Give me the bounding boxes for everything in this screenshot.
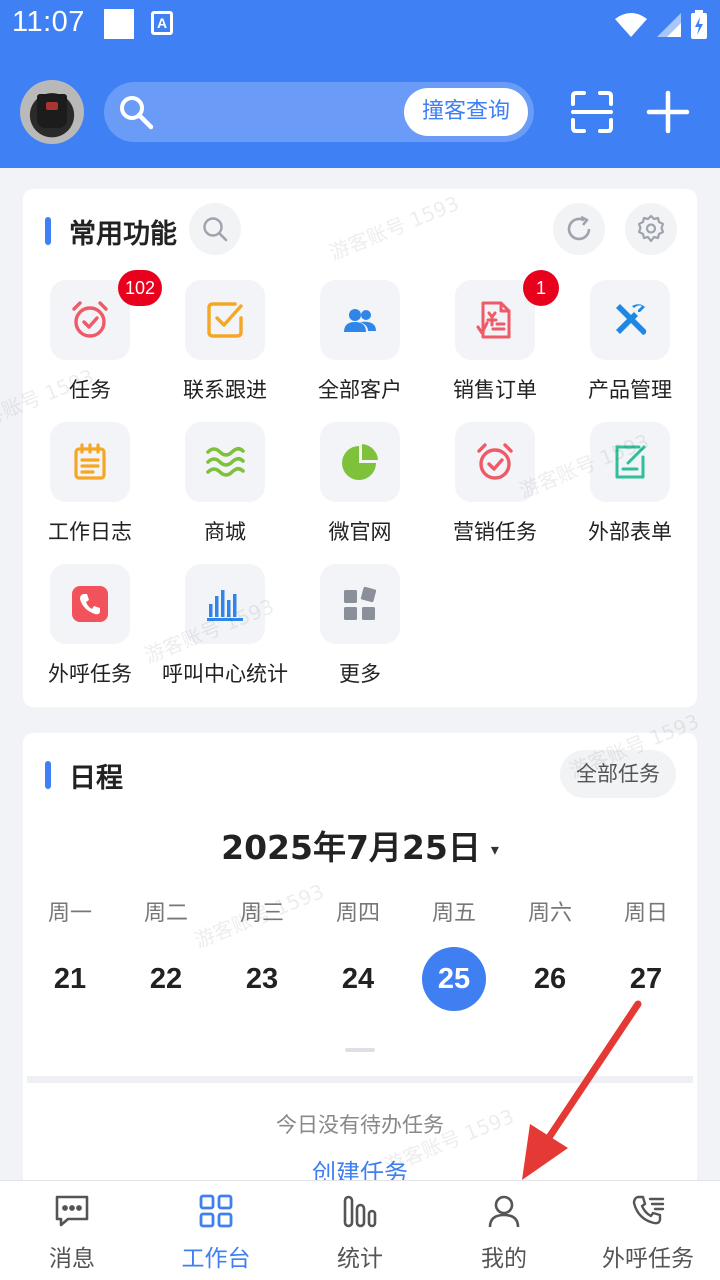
title-accent-bar	[45, 761, 51, 789]
profile-icon	[488, 1195, 520, 1228]
search-icon	[120, 96, 154, 130]
order-icon	[476, 301, 511, 339]
function-item[interactable]: 102 任务	[23, 270, 163, 410]
selected-day: 25	[422, 947, 486, 1011]
annotation-arrow-icon	[522, 1000, 642, 1180]
tab-outbound-tasks[interactable]: 外呼任务	[576, 1181, 720, 1280]
function-tile[interactable]	[50, 422, 130, 502]
wifi-icon	[615, 13, 647, 37]
function-tile[interactable]	[590, 280, 670, 360]
common-functions-title: 常用功能	[45, 214, 177, 250]
message-icon	[55, 1195, 89, 1227]
alarm-clock-icon	[72, 301, 108, 338]
function-tile[interactable]	[320, 564, 400, 644]
function-tile[interactable]	[320, 422, 400, 502]
function-item[interactable]: 全部客户	[293, 280, 427, 410]
plus-icon[interactable]	[646, 90, 690, 134]
status-bar: 11:07 A	[0, 0, 720, 52]
date-picker[interactable]: 2025年7月25日 ▾	[23, 821, 697, 869]
function-tile[interactable]	[185, 422, 265, 502]
gear-icon	[637, 214, 665, 243]
weekday[interactable]: 周四 24	[323, 895, 393, 1011]
title-accent-bar	[45, 217, 51, 245]
badge-count: 102	[118, 270, 163, 306]
common-functions-card: 常用功能 102 任务 联系跟进 全部客户 1 销售订单 产品管理 工作日志 商…	[23, 189, 697, 707]
function-tile[interactable]	[320, 280, 400, 360]
function-item[interactable]: 营销任务	[428, 422, 562, 552]
all-tasks-button[interactable]: 全部任务	[560, 750, 676, 798]
users-icon	[344, 309, 376, 332]
function-item[interactable]: 外呼任务	[23, 564, 157, 694]
search-bar[interactable]: 撞客查询	[104, 82, 534, 142]
search-icon	[203, 217, 228, 242]
function-tile[interactable]	[50, 564, 130, 644]
function-tile[interactable]: 1	[455, 270, 559, 360]
waves-icon	[206, 446, 245, 477]
weekday[interactable]: 周三 23	[227, 895, 297, 1011]
weekday[interactable]: 周日 27	[611, 895, 681, 1011]
function-search-button[interactable]	[189, 203, 241, 255]
refresh-button[interactable]	[553, 203, 605, 255]
schedule-title: 日程	[45, 758, 123, 794]
function-tile[interactable]: 102	[50, 270, 163, 360]
battery-icon	[691, 10, 707, 39]
notepad-icon	[74, 443, 106, 480]
function-item[interactable]: 微官网	[293, 422, 427, 552]
tools-icon	[616, 304, 647, 335]
refresh-icon	[567, 215, 591, 241]
tab-workbench[interactable]: 工作台	[144, 1181, 288, 1280]
tab-messages[interactable]: 消息	[0, 1181, 144, 1280]
workbench-icon	[199, 1194, 233, 1228]
alarm-clock-icon	[477, 443, 513, 480]
signal-icon	[657, 13, 681, 37]
bar-chart-icon	[207, 590, 243, 621]
function-tile[interactable]	[185, 564, 265, 644]
function-item[interactable]: 更多	[293, 564, 427, 694]
bottom-tab-bar: 消息 工作台 统计 我的 外呼任务	[0, 1180, 720, 1280]
tab-profile[interactable]: 我的	[432, 1181, 576, 1280]
form-edit-icon	[615, 445, 646, 479]
function-item[interactable]: 产品管理	[563, 280, 697, 410]
badge-count: 1	[523, 270, 559, 306]
function-item[interactable]: 1 销售订单	[428, 270, 562, 410]
phone-icon	[72, 586, 108, 622]
pie-icon	[342, 444, 378, 480]
app-header: 撞客查询	[0, 52, 720, 168]
customer-query-button[interactable]: 撞客查询	[403, 88, 528, 136]
settings-button[interactable]	[625, 203, 677, 255]
status-time: 11:07	[12, 6, 85, 38]
status-right-icons	[614, 10, 708, 40]
function-item[interactable]: 联系跟进	[158, 280, 292, 410]
notification-a-icon: A	[151, 11, 173, 35]
notification-square-icon	[104, 9, 134, 39]
checkbox-icon	[207, 302, 243, 338]
scan-icon[interactable]	[570, 90, 614, 134]
function-item[interactable]: 呼叫中心统计	[158, 564, 292, 694]
function-item[interactable]: 外部表单	[563, 422, 697, 552]
date-label: 2025年7月25日	[221, 828, 481, 867]
tab-statistics[interactable]: 统计	[288, 1181, 432, 1280]
function-tile[interactable]	[185, 280, 265, 360]
function-tile[interactable]	[455, 422, 535, 502]
function-item[interactable]: 商城	[158, 422, 292, 552]
more-grid-icon	[344, 586, 377, 620]
stats-icon	[343, 1195, 377, 1228]
weekday[interactable]: 周一 21	[35, 895, 105, 1011]
weekday[interactable]: 周二 22	[131, 895, 201, 1011]
drag-handle[interactable]	[345, 1048, 375, 1052]
weekday-selected[interactable]: 周五 25	[419, 895, 489, 1011]
avatar[interactable]	[20, 80, 84, 144]
weekday[interactable]: 周六 26	[515, 895, 585, 1011]
caret-down-icon: ▾	[490, 840, 499, 859]
function-item[interactable]: 工作日志	[23, 422, 157, 552]
phone-list-icon	[632, 1195, 665, 1225]
function-tile[interactable]	[590, 422, 670, 502]
